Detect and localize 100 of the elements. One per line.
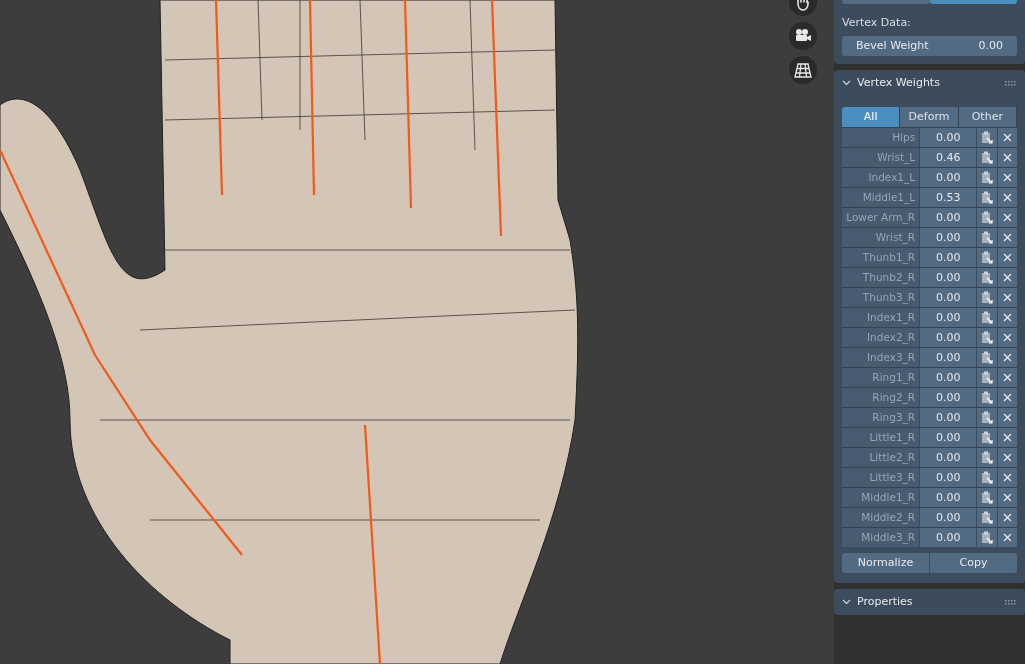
close-icon (1003, 213, 1013, 222)
clipboard-icon (980, 190, 994, 205)
paste-weight-button[interactable] (977, 468, 998, 487)
paste-weight-button[interactable] (977, 328, 998, 347)
remove-weight-button[interactable] (998, 408, 1017, 427)
weight-field[interactable]: 0.00 (920, 408, 977, 427)
paste-weight-button[interactable] (977, 168, 998, 187)
weight-field[interactable]: 0.00 (920, 488, 977, 507)
close-icon (1003, 453, 1013, 462)
weight-field[interactable]: 0.00 (920, 228, 977, 247)
mode-toggle-tab[interactable] (929, 0, 1017, 4)
weight-field[interactable]: 0.00 (920, 348, 977, 367)
clipboard-icon (980, 150, 994, 165)
paste-weight-button[interactable] (977, 428, 998, 447)
remove-weight-button[interactable] (998, 388, 1017, 407)
remove-weight-button[interactable] (998, 308, 1017, 327)
weight-field[interactable]: 0.00 (920, 328, 977, 347)
weight-field[interactable]: 0.00 (920, 368, 977, 387)
paste-weight-button[interactable] (977, 128, 998, 147)
vertex-data-label: Vertex Data: (842, 15, 912, 31)
remove-weight-button[interactable] (998, 248, 1017, 267)
clipboard-icon (980, 370, 994, 385)
clipboard-icon (980, 530, 994, 545)
remove-weight-button[interactable] (998, 148, 1017, 167)
paste-weight-button[interactable] (977, 288, 998, 307)
remove-weight-button[interactable] (998, 168, 1017, 187)
paste-weight-button[interactable] (977, 508, 998, 527)
paste-weight-button[interactable] (977, 248, 998, 267)
close-icon (1003, 313, 1013, 322)
weight-field[interactable]: 0.00 (920, 208, 977, 227)
vertex-group-name: Ring2_R (842, 388, 920, 407)
close-icon (1003, 333, 1013, 342)
drag-handle-icon[interactable] (1005, 599, 1017, 605)
paste-weight-button[interactable] (977, 228, 998, 247)
remove-weight-button[interactable] (998, 488, 1017, 507)
remove-weight-button[interactable] (998, 468, 1017, 487)
clipboard-icon (980, 470, 994, 485)
weight-field[interactable]: 0.00 (920, 288, 977, 307)
paste-weight-button[interactable] (977, 308, 998, 327)
weight-field[interactable]: 0.00 (920, 128, 977, 147)
clipboard-icon (980, 270, 994, 285)
remove-weight-button[interactable] (998, 228, 1017, 247)
close-icon (1003, 193, 1013, 202)
weight-field[interactable]: 0.00 (920, 528, 977, 547)
remove-weight-button[interactable] (998, 348, 1017, 367)
viewport-tool-button[interactable] (789, 22, 817, 50)
weight-field[interactable]: 0.00 (920, 508, 977, 527)
vertex-group-name: Index3_R (842, 348, 920, 367)
clipboard-icon (980, 450, 994, 465)
paste-weight-button[interactable] (977, 448, 998, 467)
close-icon (1003, 433, 1013, 442)
paste-weight-button[interactable] (977, 348, 998, 367)
weight-field[interactable]: 0.53 (920, 188, 977, 207)
panel-header[interactable]: Vertex Weights (842, 70, 1017, 96)
weights-action-button[interactable]: Copy (930, 553, 1017, 573)
remove-weight-button[interactable] (998, 268, 1017, 287)
remove-weight-button[interactable] (998, 188, 1017, 207)
vertex-group-name: Lower Arm_R (842, 208, 920, 227)
weight-field[interactable]: 0.00 (920, 448, 977, 467)
paste-weight-button[interactable] (977, 368, 998, 387)
paste-weight-button[interactable] (977, 188, 998, 207)
grid-icon (793, 60, 813, 80)
filter-tab[interactable]: Deform (900, 107, 959, 127)
paste-weight-button[interactable] (977, 408, 998, 427)
remove-weight-button[interactable] (998, 328, 1017, 347)
vertex-group-name: Hips (842, 128, 920, 147)
remove-weight-button[interactable] (998, 508, 1017, 527)
paste-weight-button[interactable] (977, 208, 998, 227)
remove-weight-button[interactable] (998, 528, 1017, 547)
weight-field[interactable]: 0.00 (920, 248, 977, 267)
weight-field[interactable]: 0.00 (920, 268, 977, 287)
remove-weight-button[interactable] (998, 448, 1017, 467)
clipboard-icon (980, 330, 994, 345)
remove-weight-button[interactable] (998, 288, 1017, 307)
weight-field[interactable]: 0.00 (920, 168, 977, 187)
paste-weight-button[interactable] (977, 528, 998, 547)
filter-tab[interactable]: All (842, 107, 901, 127)
vertex-group-name: Middle1_L (842, 188, 920, 207)
filter-tab[interactable]: Other (958, 107, 1017, 127)
clipboard-icon (980, 250, 994, 265)
weights-action-button[interactable]: Normalize (842, 553, 929, 573)
mode-toggle-tab[interactable] (842, 0, 930, 4)
viewport-tool-button[interactable] (789, 56, 817, 84)
remove-weight-button[interactable] (998, 368, 1017, 387)
paste-weight-button[interactable] (977, 488, 998, 507)
weight-field[interactable]: 0.00 (920, 428, 977, 447)
weight-field[interactable]: 0.00 (920, 468, 977, 487)
paste-weight-button[interactable] (977, 388, 998, 407)
remove-weight-button[interactable] (998, 128, 1017, 147)
weight-field[interactable]: 0.00 (920, 308, 977, 327)
paste-weight-button[interactable] (977, 148, 998, 167)
remove-weight-button[interactable] (998, 428, 1017, 447)
close-icon (1003, 173, 1013, 182)
drag-handle-icon[interactable] (1005, 80, 1017, 86)
bevel-weight-field[interactable]: Bevel Weight 0.00 (842, 36, 1017, 56)
weight-field[interactable]: 0.46 (920, 148, 977, 167)
clipboard-icon (980, 350, 994, 365)
weight-field[interactable]: 0.00 (920, 388, 977, 407)
remove-weight-button[interactable] (998, 208, 1017, 227)
paste-weight-button[interactable] (977, 268, 998, 287)
